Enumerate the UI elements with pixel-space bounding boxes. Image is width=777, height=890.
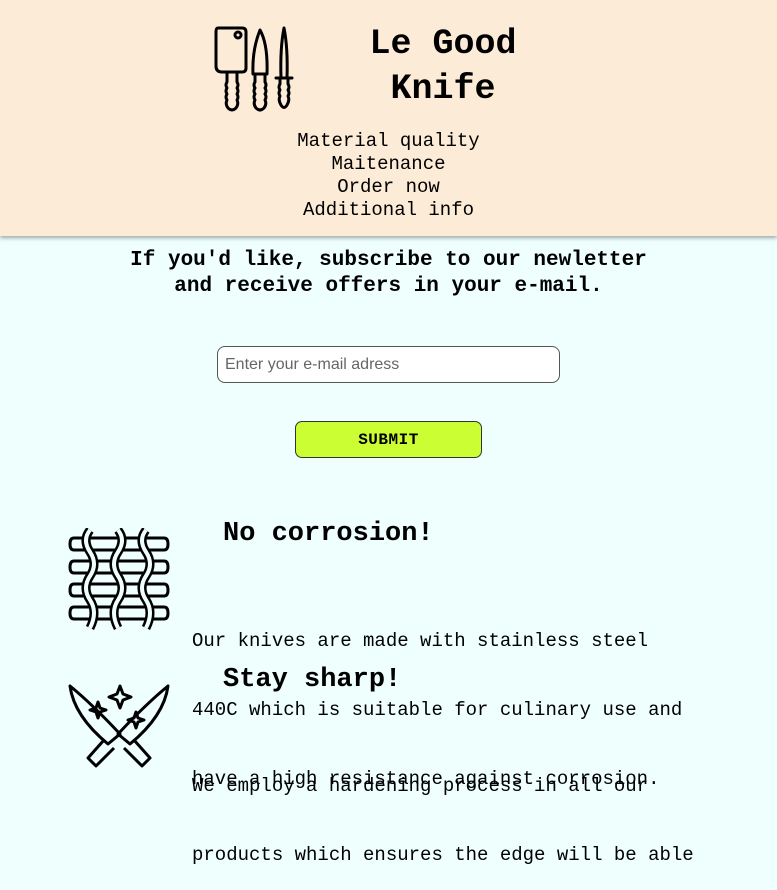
newsletter-line-1: If you'd like, subscribe to our newlette… bbox=[130, 249, 647, 272]
woven-mesh-icon bbox=[68, 528, 170, 630]
feature-line: We employ a hardening process in all our bbox=[192, 775, 649, 797]
brand-title: Le Good Knife bbox=[343, 22, 543, 112]
email-input[interactable] bbox=[217, 346, 560, 383]
brand-line-1: Le Good bbox=[369, 24, 517, 64]
feature-line: products which ensures the edge will be … bbox=[192, 844, 694, 866]
feature-line: Our knives are made with stainless steel bbox=[192, 630, 649, 652]
nav-material-quality[interactable]: Material quality bbox=[0, 130, 777, 153]
submit-button[interactable]: SUBMIT bbox=[295, 421, 482, 458]
main-nav: Material quality Maitenance Order now Ad… bbox=[0, 130, 777, 222]
feature-title-no-corrosion: No corrosion! bbox=[223, 519, 434, 549]
brand-line-2: Knife bbox=[390, 69, 496, 109]
nav-order-now[interactable]: Order now bbox=[0, 176, 777, 199]
feature-text-stay-sharp: We employ a hardening process in all our… bbox=[192, 729, 777, 890]
nav-additional-info[interactable]: Additional info bbox=[0, 199, 777, 222]
knives-icon bbox=[214, 26, 294, 112]
feature-line: 440C which is suitable for culinary use … bbox=[192, 699, 683, 721]
newsletter-line-2: and receive offers in your e-mail. bbox=[174, 275, 603, 298]
newsletter-heading: If you'd like, subscribe to our newlette… bbox=[0, 248, 777, 300]
nav-maintenance[interactable]: Maitenance bbox=[0, 153, 777, 176]
feature-title-stay-sharp: Stay sharp! bbox=[223, 665, 402, 695]
site-header: Le Good Knife Material quality Maitenanc… bbox=[0, 0, 777, 236]
crossed-knives-sparkle-icon bbox=[68, 684, 170, 768]
